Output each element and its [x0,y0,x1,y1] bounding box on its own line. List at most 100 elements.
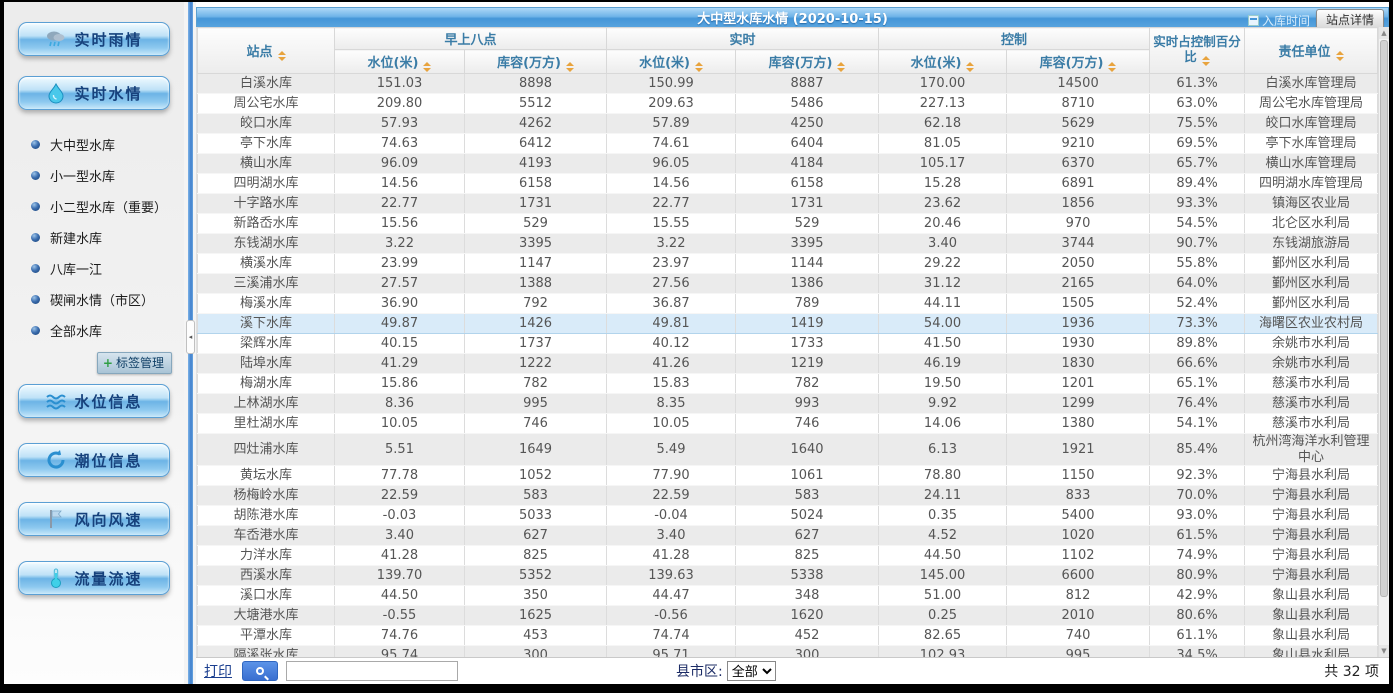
nav-button-water-level[interactable]: 水位信息 [18,384,170,418]
column-header-realtime-level[interactable]: 水位(米) [607,50,736,74]
table-row[interactable]: 黄坛水库77.78105277.90106178.80115092.3%宁海县水… [198,466,1378,486]
table-row[interactable]: 溪下水库49.87142649.81141954.00193673.3%海曙区农… [198,314,1378,334]
column-header-morning-level[interactable]: 水位(米) [335,50,465,74]
data-cell: 3.40 [879,234,1007,254]
data-cell: 3.22 [607,234,736,254]
table-row[interactable]: 十字路水库22.77173122.77173123.62185693.3%镇海区… [198,194,1378,214]
data-cell: 10.05 [607,414,736,434]
nav-button-wind[interactable]: 风向风速 [18,502,170,536]
table-row[interactable]: 里杜湖水库10.0574610.0574614.06138054.1%慈溪市水利… [198,414,1378,434]
data-cell: 746 [736,414,879,434]
print-link[interactable]: 打印 [204,661,232,681]
sidebar-item-6[interactable]: 全部水库 [4,315,184,346]
data-cell: 1150 [1007,466,1150,486]
data-cell: 453 [465,626,607,646]
storage-time-toggle[interactable]: 入库时间 [1248,12,1310,29]
table-row[interactable]: 胡陈港水库-0.035033-0.0450240.35540093.0%宁海县水… [198,506,1378,526]
data-cell: 44.50 [335,586,465,606]
column-header-station[interactable]: 站点 [198,28,335,74]
vertical-scrollbar[interactable]: ▲ ▼ [1378,27,1389,657]
table-row[interactable]: 上林湖水库8.369958.359939.92129976.4%慈溪市水利局 [198,394,1378,414]
data-cell: 海曙区农业农村局 [1245,314,1378,334]
table-row[interactable]: 东钱湖水库3.2233953.2233953.40374490.7%东钱湖旅游局 [198,234,1378,254]
nav-button-realtime-rain[interactable]: 实时雨情 [18,22,170,56]
table-row[interactable]: 四灶浦水库5.5116495.4916406.13192185.4%杭州湾海洋水… [198,434,1378,466]
scrollbar-thumb[interactable] [1380,40,1388,597]
data-cell: 77.90 [607,466,736,486]
search-button[interactable] [242,661,278,681]
nav-button-realtime-water[interactable]: 实时水情 [18,76,170,110]
data-cell: 36.87 [607,294,736,314]
table-row[interactable]: 大塘港水库-0.551625-0.5616200.25201080.6%象山县水… [198,606,1378,626]
bullet-icon [31,264,40,273]
tag-manage-button[interactable]: + 标签管理 [97,352,172,374]
table-row[interactable]: 皎口水库57.93426257.89425062.18562975.5%皎口水库… [198,114,1378,134]
table-row[interactable]: 横山水库96.09419396.054184105.17637065.7%横山水… [198,154,1378,174]
nav-button-tide-level[interactable]: 潮位信息 [18,443,170,477]
column-header-control-level[interactable]: 水位(米) [879,50,1007,74]
column-header-unit[interactable]: 责任单位 [1245,28,1378,74]
table-row[interactable]: 三溪浦水库27.57138827.56138631.12216564.0%鄞州区… [198,274,1378,294]
data-cell: 1930 [1007,334,1150,354]
data-cell: 23.62 [879,194,1007,214]
splitter-collapse-handle[interactable]: ◂ [186,320,195,354]
table-row[interactable]: 白溪水库151.038898150.998887170.001450061.3%… [198,74,1378,94]
data-cell: 63.0% [1150,94,1245,114]
table-row[interactable]: 周公宅水库209.805512209.635486227.13871063.0%… [198,94,1378,114]
column-header-morning-capacity[interactable]: 库容(万方) [465,50,607,74]
column-header-control-capacity[interactable]: 库容(万方) [1007,50,1150,74]
sidebar-item-4[interactable]: 八库一江 [4,253,184,284]
station-cell: 西溪水库 [198,566,335,586]
table-row[interactable]: 力洋水库41.2882541.2882544.50110274.9%宁海县水利局 [198,546,1378,566]
sidebar-item-label: 小二型水库（重要） [50,197,167,216]
sidebar-menu: 大中型水库小一型水库小二型水库（重要） 新建水库八库一江碶闸水情（市区）全部水库 [4,129,184,346]
data-cell: 151.03 [335,74,465,94]
data-cell: 209.80 [335,94,465,114]
data-cell: 52.4% [1150,294,1245,314]
table-row[interactable]: 车岙港水库3.406273.406274.52102061.5%宁海县水利局 [198,526,1378,546]
data-cell: 19.50 [879,374,1007,394]
data-cell: 40.12 [607,334,736,354]
sidebar-item-5[interactable]: 碶闸水情（市区） [4,284,184,315]
scroll-up-arrow[interactable]: ▲ [1379,27,1389,39]
table-title-bar: 大中型水库水情 (2020-10-15) 入库时间 站点详情 [196,7,1389,27]
data-cell: 余姚市水利局 [1245,334,1378,354]
data-cell: 22.59 [335,486,465,506]
table-row[interactable]: 隔溪张水库95.7430095.71300102.9399534.5%象山县水利… [198,646,1378,657]
table-row[interactable]: 陆埠水库41.29122241.26121946.19183066.6%余姚市水… [198,354,1378,374]
search-input[interactable] [286,661,458,681]
table-row[interactable]: 杨梅岭水库22.5958322.5958324.1183370.0%宁海县水利局 [198,486,1378,506]
data-cell: 1426 [465,314,607,334]
table-row[interactable]: 梅溪水库36.9079236.8778944.11150552.4%鄞州区水利局 [198,294,1378,314]
data-cell: 74.74 [607,626,736,646]
column-header-realtime-capacity[interactable]: 库容(万方) [736,50,879,74]
data-cell: 74.76 [335,626,465,646]
nav-button-flow[interactable]: 流量流速 [18,561,170,595]
sidebar-item-3[interactable]: 新建水库 [4,222,184,253]
table-row[interactable]: 平潭水库74.7645374.7445282.6574061.1%象山县水利局 [198,626,1378,646]
table-row[interactable]: 横溪水库23.99114723.97114429.22205055.8%鄞州区水… [198,254,1378,274]
main-panel: 大中型水库水情 (2020-10-15) 入库时间 站点详情 [196,2,1389,684]
bullet-icon [31,233,40,242]
sidebar-item-1[interactable]: 小一型水库 [4,160,184,191]
sidebar-item-0[interactable]: 大中型水库 [4,129,184,160]
table-row[interactable]: 新路岙水库15.5652915.5552920.4697054.5%北仑区水利局 [198,214,1378,234]
county-select[interactable]: 全部 [727,661,776,681]
table-row[interactable]: 四明湖水库14.56615814.56615815.28689189.4%四明湖… [198,174,1378,194]
data-cell: 1921 [1007,434,1150,466]
county-label: 县市区: [676,661,723,681]
data-cell: 812 [1007,586,1150,606]
table-row[interactable]: 梅湖水库15.8678215.8378219.50120165.1%慈溪市水利局 [198,374,1378,394]
data-cell: -0.03 [335,506,465,526]
data-cell: 1830 [1007,354,1150,374]
scroll-down-arrow[interactable]: ▼ [1379,645,1389,657]
table-row[interactable]: 梁辉水库40.15173740.12173341.50193089.8%余姚市水… [198,334,1378,354]
table-row[interactable]: 亭下水库74.63641274.61640481.05921069.5%亭下水库… [198,134,1378,154]
data-cell: 54.5% [1150,214,1245,234]
table-row[interactable]: 溪口水库44.5035044.4734851.0081242.9%象山县水利局 [198,586,1378,606]
column-header-percent[interactable]: 实时占控制百分比 [1150,28,1245,74]
sidebar-item-2[interactable]: 小二型水库（重要） [4,191,184,222]
station-cell: 梅湖水库 [198,374,335,394]
data-cell: 8887 [736,74,879,94]
table-row[interactable]: 西溪水库139.705352139.635338145.00660080.9%宁… [198,566,1378,586]
